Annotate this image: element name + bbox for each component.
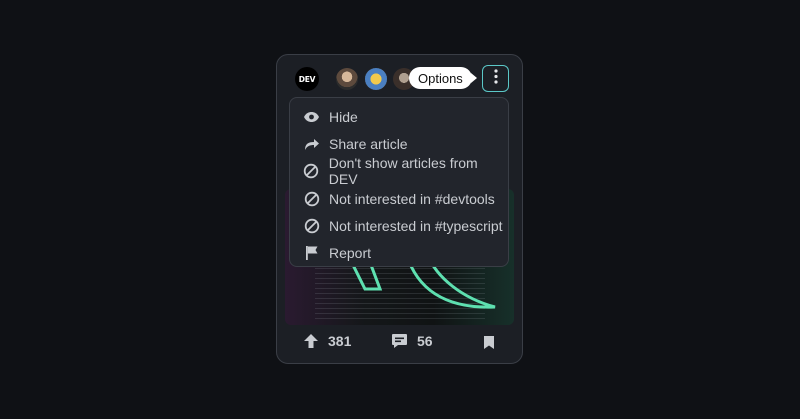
menu-item-not-interested-devtools[interactable]: Not interested in #devtools xyxy=(290,185,508,212)
arrow-up-icon xyxy=(303,333,319,349)
comment-count: 56 xyxy=(417,333,433,349)
comments-button[interactable]: 56 xyxy=(391,333,433,349)
menu-item-share[interactable]: Share article xyxy=(290,130,508,157)
avatar[interactable] xyxy=(336,68,358,90)
upvote-count: 381 xyxy=(328,333,352,349)
publisher-logo[interactable]: DEV xyxy=(295,67,319,91)
menu-item-not-interested-typescript[interactable]: Not interested in #typescript xyxy=(290,212,508,239)
comment-icon xyxy=(391,333,408,349)
bookmark-icon xyxy=(483,336,495,354)
options-menu: Hide Share article Don't show articles f… xyxy=(289,97,509,267)
bookmark-button[interactable] xyxy=(483,335,495,355)
block-icon xyxy=(303,217,320,234)
vertical-dots-icon xyxy=(493,68,498,89)
upvote-button[interactable]: 381 xyxy=(303,333,351,349)
card-footer: 381 56 xyxy=(277,333,522,357)
options-button[interactable] xyxy=(482,65,509,92)
share-arrow-icon xyxy=(303,135,320,152)
menu-item-label: Share article xyxy=(329,135,408,152)
menu-item-label: Not interested in #typescript xyxy=(329,217,503,234)
options-tooltip: Options xyxy=(409,67,477,89)
menu-item-label: Don't show articles from DEV xyxy=(328,155,478,188)
block-icon xyxy=(303,163,320,180)
block-icon xyxy=(303,190,320,207)
tooltip-label: Options xyxy=(418,70,463,86)
menu-item-label: Hide xyxy=(329,108,358,125)
eye-icon xyxy=(303,108,320,125)
menu-item-label: Not interested in #devtools xyxy=(329,190,495,207)
flag-icon xyxy=(303,245,320,262)
menu-item-report[interactable]: Report xyxy=(290,239,508,266)
menu-item-hide-publisher[interactable]: Don't show articles from DEV xyxy=(290,155,508,188)
avatar[interactable] xyxy=(365,68,387,90)
menu-item-label: Report xyxy=(329,245,372,262)
menu-item-hide[interactable]: Hide xyxy=(290,103,508,130)
